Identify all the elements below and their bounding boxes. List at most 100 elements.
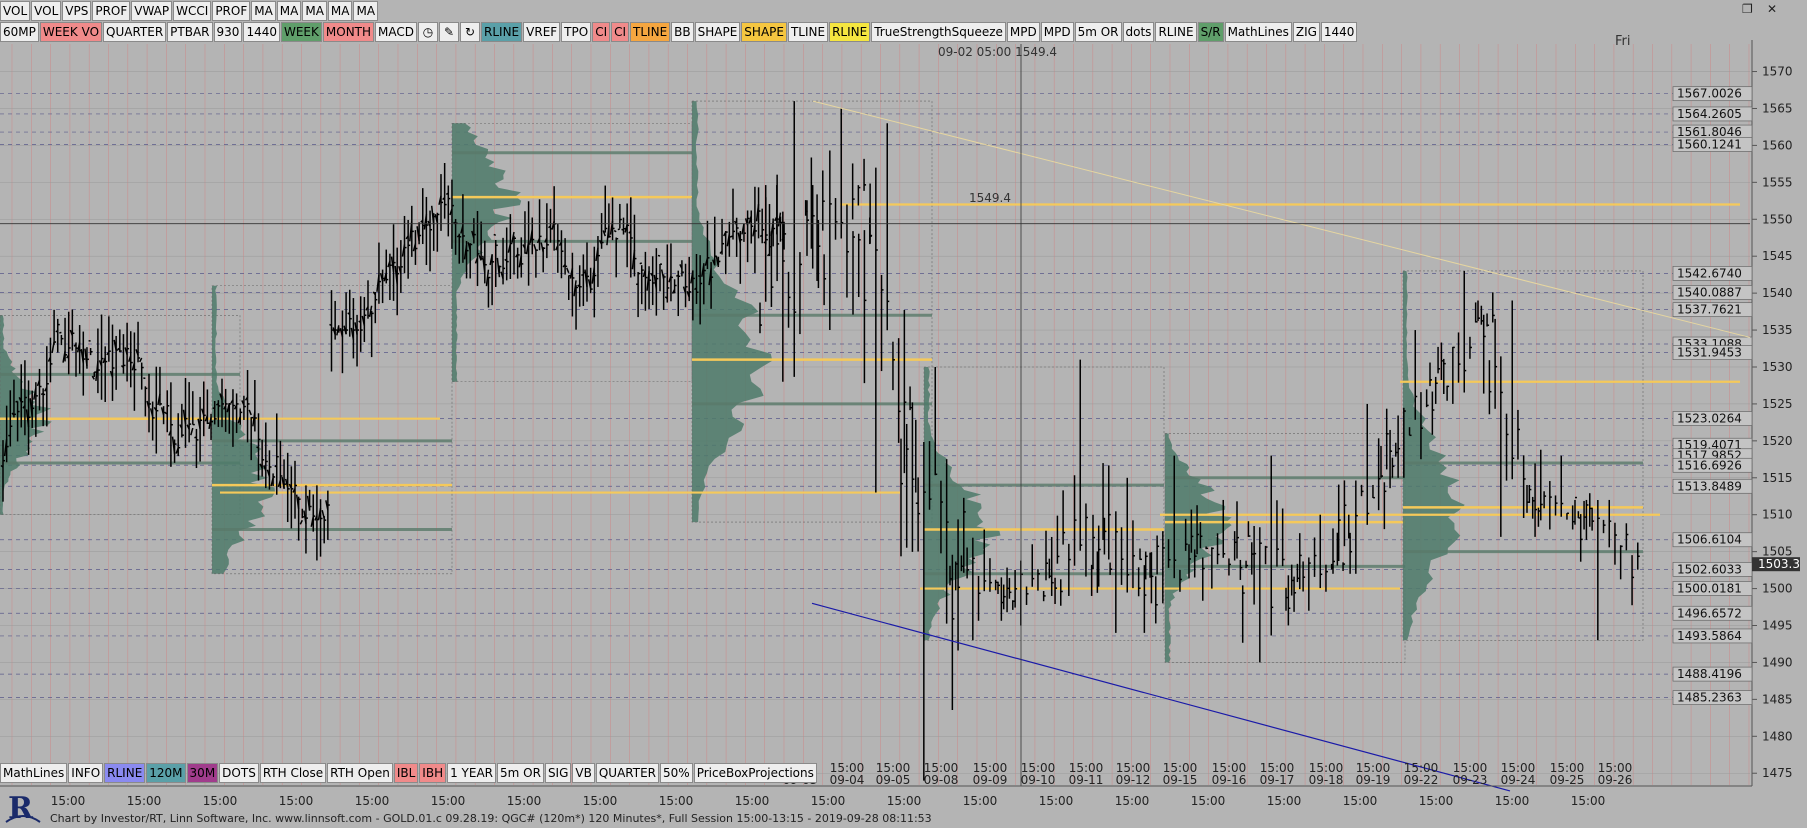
toolbar_top_2-button-26[interactable]: 5m OR [1074,22,1122,42]
toolbar_top_2-button-0[interactable]: 60MP [0,22,39,42]
toolbar_top_2-button-18[interactable]: BB [671,22,694,42]
toolbar_top_2-button-24[interactable]: MPD [1006,22,1040,42]
toolbar_top_2-button-15[interactable]: CI [592,22,611,42]
toolbar_top_2-button-4[interactable]: 930 [213,22,243,42]
session-date-label: 09-24 [1501,773,1536,787]
toolbar_top_2-button-29[interactable]: S/R [1197,22,1224,42]
ohlc-open [445,192,449,196]
ohlc-open [759,234,763,238]
toolbar_bottom-button-14[interactable]: QUARTER [595,763,660,783]
toolbar_bottom-button-10[interactable]: 1 YEAR [447,763,497,783]
time-axis-label: 15:00 [1419,794,1454,808]
time-axis-label: 15:00 [963,794,998,808]
toolbar_top_1-button-1[interactable]: VOL [31,1,62,21]
ohlc-open [256,446,259,449]
toolbar_top_1-button-5[interactable]: WCCI [173,1,212,21]
toolbar_top_1-button-3[interactable]: PROF [92,1,131,21]
price-level-label: 1513.8489 [1677,479,1742,493]
pencil-icon[interactable]: ✎ [439,22,460,42]
toolbar_bottom-button-11[interactable]: 5m OR [497,763,544,783]
toolbar_bottom-button-16[interactable]: PriceBoxProjections [693,763,817,783]
clock-icon[interactable]: ◷ [418,22,439,42]
price-chart[interactable]: 1475148014851490149515001505151015151520… [0,0,1807,828]
toolbar_bottom-button-13[interactable]: VB [572,763,595,783]
toolbar_top_2-button-23[interactable]: TrueStrengthSqueeze [871,22,1006,42]
toolbar_top_2-button-14[interactable]: TPO [561,22,592,42]
price-level-label: 1496.6572 [1677,606,1742,620]
toolbar_top_2-button-6[interactable]: WEEK [280,22,322,42]
toolbar_top_2-button-25[interactable]: MPD [1040,22,1074,42]
toolbar_bottom-button-6[interactable]: RTH Close [259,763,327,783]
toolbar_top_2-button-21[interactable]: TLINE [787,22,829,42]
toolbar_bottom-button-15[interactable]: 50% [660,763,693,783]
toolbar_top_2-button-1[interactable]: WEEK VO [39,22,103,42]
toolbar_top_2-button-5[interactable]: 1440 [243,22,280,42]
close-window-icon[interactable]: ✕ [1767,2,1777,16]
toolbar_bottom-button-9[interactable]: IBH [419,763,447,783]
refresh-icon[interactable]: ↻ [460,22,481,42]
time-axis-label: 15:00 [127,794,162,808]
toolbar_top_1-button-7[interactable]: MA [251,1,276,21]
toolbar_bottom-button-4[interactable]: 30M [186,763,219,783]
toolbar_top_2-button-2[interactable]: QUARTER [103,22,167,42]
toolbar_top_2-button-22[interactable]: RLINE [829,22,871,42]
toolbar_top_1-button-8[interactable]: MA [276,1,302,21]
toolbar_top_2-button-30[interactable]: MathLines [1224,22,1292,42]
price-tick-label: 1560 [1762,138,1793,152]
toolbar_top_2-button-7[interactable]: MONTH [322,22,375,42]
toolbar_bottom-button-8[interactable]: IBL [393,763,419,783]
ohlc-open [621,228,624,231]
ohlc-open [493,233,497,236]
toolbar_top_1-button-6[interactable]: PROF [212,1,251,21]
toolbar_top_2-button-8[interactable]: MACD [375,22,418,42]
restore-window-icon[interactable]: ❐ [1742,2,1753,16]
time-axis-label: 15:00 [659,794,694,808]
toolbar_top_1-button-9[interactable]: MA [302,1,327,21]
toolbar_bottom-button-7[interactable]: RTH Open [327,763,393,783]
session-date-label: 09-15 [1163,773,1198,787]
toolbar_top_2-button-32[interactable]: 1440 [1320,22,1358,42]
toolbar_top_2-button-19[interactable]: SHAPE [694,22,741,42]
session-date-label: 09-16 [1212,773,1247,787]
ohlc-open [55,330,59,333]
toolbar_top_1-button-0[interactable]: VOL [0,1,31,21]
toolbar_top_2-button-3[interactable]: PTBAR [167,22,213,42]
toolbar_top_2-button-27[interactable]: dots [1122,22,1155,42]
investor-rt-logo-icon: R [4,788,42,826]
toolbar_bottom-button-5[interactable]: DOTS [219,763,259,783]
time-axis-label: 15:00 [355,794,390,808]
session-date-label: 09-18 [1309,773,1344,787]
toolbar_top_1-button-10[interactable]: MA [327,1,353,21]
price-readout: 1549.4 [969,191,1011,205]
toolbar_top_2-button-12[interactable]: RLINE [481,22,523,42]
session-date-label: 09-05 [876,773,911,787]
price-tick-label: 1540 [1762,286,1793,300]
price-level-label: 1488.4196 [1677,667,1742,681]
svg-text:R: R [8,791,34,826]
price-level-label: 1564.2605 [1677,107,1742,121]
indicator-toolbar-bottom: MathLines INFO RLINE 120M 30M DOTS RTH Close RT… [0,763,818,783]
toolbar_bottom-button-3[interactable]: 120M [146,763,186,783]
price-tick-label: 1555 [1762,175,1793,189]
toolbar_top_2-button-28[interactable]: RLINE [1155,22,1197,42]
toolbar_top_2-button-20[interactable]: SHAPE [741,22,787,42]
price-tick-label: 1515 [1762,471,1793,485]
toolbar_bottom-button-0[interactable]: MathLines [0,763,68,783]
session-date-label: 09-11 [1069,773,1104,787]
toolbar_top_2-button-31[interactable]: ZIG [1292,22,1320,42]
toolbar_top_1-button-11[interactable]: MA [353,1,379,21]
toolbar_top_2-button-13[interactable]: VREF [523,22,561,42]
session-date-label: 09-26 [1598,773,1633,787]
ohlc-open [613,229,617,233]
toolbar_top_2-button-17[interactable]: TLINE [630,22,671,42]
session-date-label: 09-12 [1116,773,1151,787]
toolbar_top_1-button-4[interactable]: VWAP [131,1,173,21]
toolbar_top_2-button-16[interactable]: CI [611,22,630,42]
price-tick-label: 1480 [1762,729,1793,743]
toolbar_top_1-button-2[interactable]: VPS [62,1,92,21]
toolbar_bottom-button-12[interactable]: SIG [544,763,572,783]
toolbar_bottom-button-2[interactable]: RLINE [104,763,146,783]
session-date-label: 09-23 [1453,773,1488,787]
toolbar_bottom-button-1[interactable]: INFO [68,763,104,783]
time-axis-label: 15:00 [51,794,86,808]
